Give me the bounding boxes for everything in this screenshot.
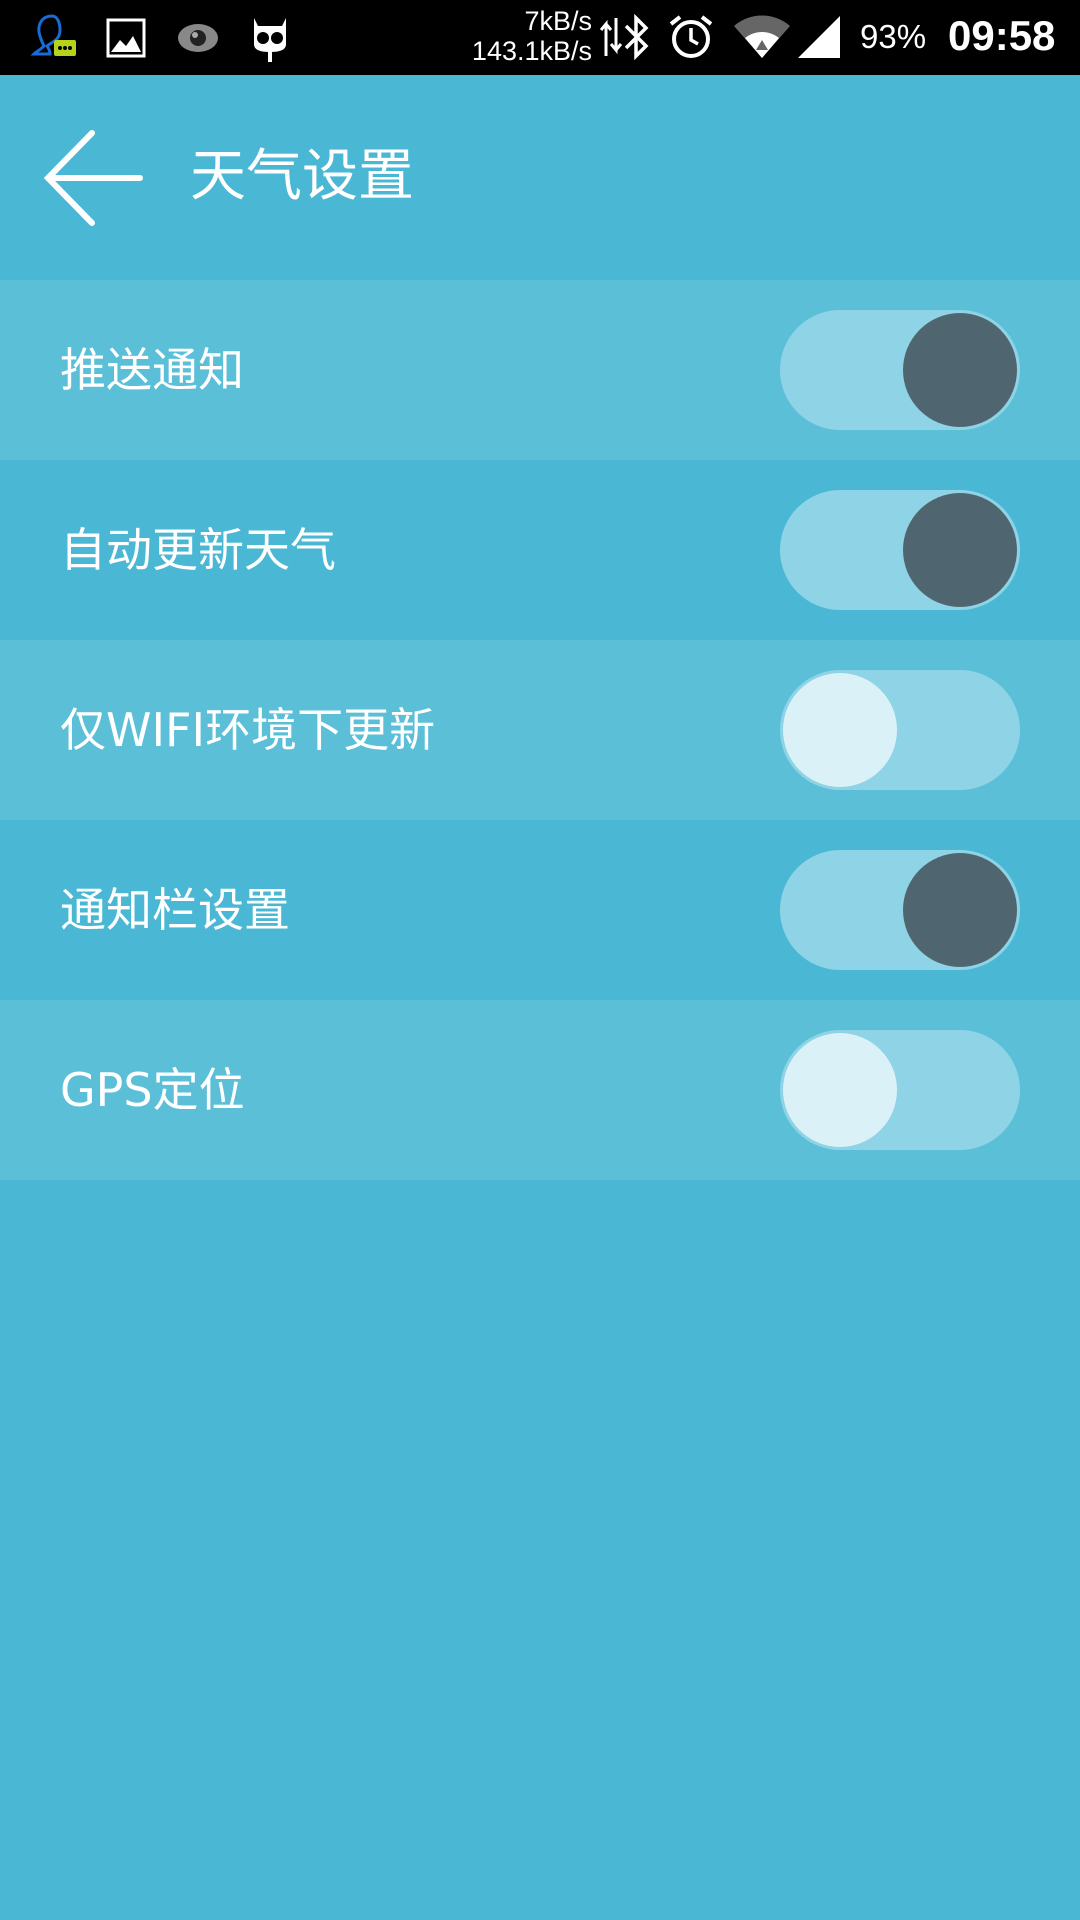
chat-app-icon	[30, 12, 80, 66]
battery-level: 93%	[860, 18, 927, 55]
gps-toggle[interactable]	[780, 1030, 1020, 1150]
setting-label: 自动更新天气	[60, 523, 336, 577]
eye-icon	[176, 18, 220, 62]
app-bar: 天气设置	[0, 75, 1080, 280]
toggle-knob	[903, 493, 1017, 607]
setting-label: 仅WIFI环境下更新	[60, 703, 436, 757]
toggle-knob	[903, 853, 1017, 967]
wifi-icon	[732, 14, 792, 64]
data-transfer-icon	[599, 16, 623, 62]
arrow-left-icon	[43, 130, 143, 226]
settings-list: 推送通知 自动更新天气 仅WIFI环境下更新 通知栏设置 GPS定位	[0, 280, 1080, 1180]
setting-label: GPS定位	[60, 1063, 245, 1117]
net-speed-down: 143.1kB/s	[471, 36, 592, 66]
net-speed-up: 7kB/s	[524, 6, 592, 36]
push-notification-toggle[interactable]	[780, 310, 1020, 430]
wifi-only-toggle[interactable]	[780, 670, 1020, 790]
robot-icon	[248, 14, 292, 66]
setting-row-notification-bar: 通知栏设置	[0, 820, 1080, 1000]
toggle-knob	[783, 1033, 897, 1147]
cellular-signal-icon	[796, 14, 842, 64]
setting-label: 推送通知	[60, 343, 244, 397]
clock: 09:58	[948, 12, 1056, 59]
page-title: 天气设置	[190, 144, 414, 209]
bluetooth-icon	[622, 13, 650, 64]
setting-row-auto-update: 自动更新天气	[0, 460, 1080, 640]
notification-bar-toggle[interactable]	[780, 850, 1020, 970]
screen: 7kB/s 143.1kB/s 93% 09:58 天气设置 推送通知 自动更新…	[0, 0, 1080, 1920]
gallery-icon	[106, 18, 146, 62]
toggle-knob	[783, 673, 897, 787]
alarm-icon	[668, 14, 714, 64]
setting-row-wifi-only: 仅WIFI环境下更新	[0, 640, 1080, 820]
setting-label: 通知栏设置	[60, 883, 290, 937]
status-bar: 7kB/s 143.1kB/s 93% 09:58	[0, 0, 1080, 75]
auto-update-toggle[interactable]	[780, 490, 1020, 610]
setting-row-gps: GPS定位	[0, 1000, 1080, 1180]
toggle-knob	[903, 313, 1017, 427]
back-button[interactable]	[40, 123, 150, 233]
setting-row-push-notification: 推送通知	[0, 280, 1080, 460]
network-speed: 7kB/s 143.1kB/s	[440, 6, 592, 66]
